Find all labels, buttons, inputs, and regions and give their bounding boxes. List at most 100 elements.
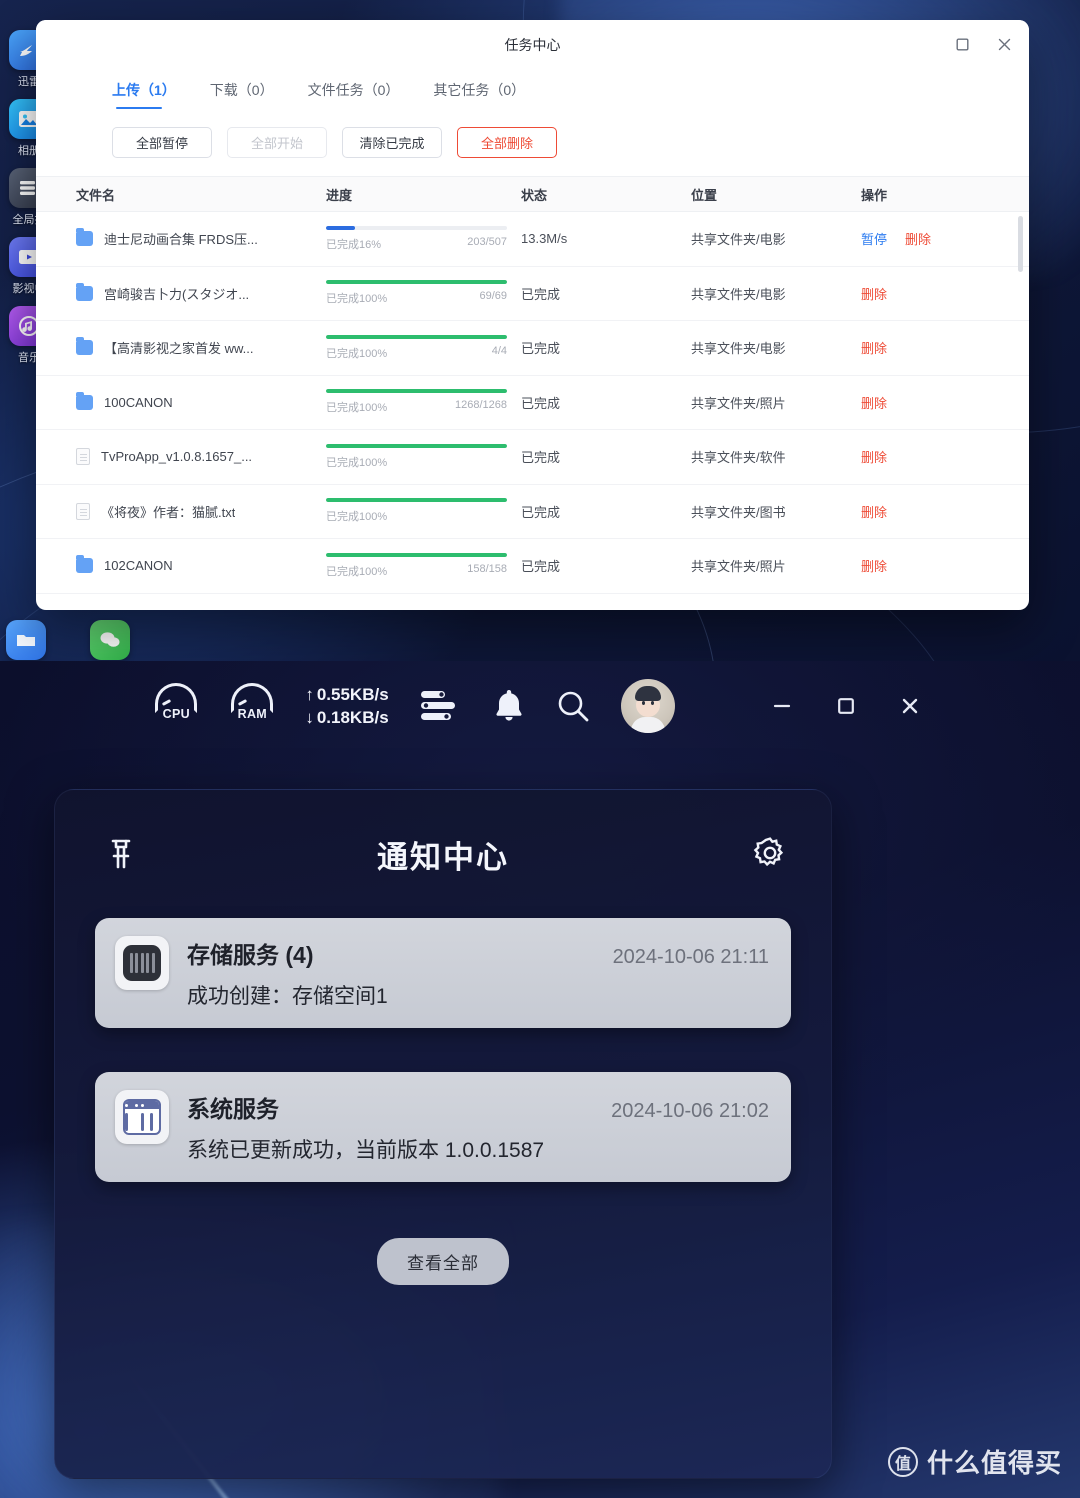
notification-body: 存储服务 (4) 2024-10-06 21:11 成功创建：存储空间1 <box>187 936 769 1010</box>
minimize-icon[interactable] <box>765 689 799 723</box>
maximize-icon[interactable] <box>951 34 973 56</box>
cpu-gauge[interactable]: CPU <box>153 683 199 729</box>
progress-bar <box>326 389 507 394</box>
notification-card-stack: 系统服务 2024-10-06 21:02 系统已更新成功，当前版本 1.0.0.1… <box>95 1072 791 1182</box>
table-row[interactable]: TvProApp_v1.0.8.1657_... 已完成100% 已完成 共享文件夹/… <box>36 430 1029 485</box>
notification-message: 成功创建：存储空间1 <box>187 985 388 1008</box>
cell-file-name: 宫崎骏吉卜力(スタジオ... <box>36 282 326 303</box>
file-name-text: TvProApp_v1.0.8.1657_... <box>101 449 253 465</box>
notification-card-stack: 存储服务 (4) 2024-10-06 21:11 成功创建：存储空间1 <box>95 918 791 1028</box>
folder-icon <box>76 228 93 247</box>
maximize-icon[interactable] <box>829 689 863 723</box>
cell-file-name: 102CANON <box>36 555 326 574</box>
tab-file-tasks[interactable]: 文件任务（0） <box>308 80 400 109</box>
files-icon[interactable] <box>6 620 46 660</box>
clear-all-icon[interactable] <box>101 834 141 879</box>
storage-disk-icon <box>115 936 169 990</box>
progress-percent-label: 已完成100% <box>326 347 388 360</box>
desktop-screenshot-top: 迅雷 相册 全局搜 影视中 音乐 任务中心 上传（1） 下载（0） 文件任务（0… <box>0 0 1080 661</box>
page-title: 通知中心 <box>377 839 509 875</box>
start-all-button[interactable]: 全部开始 <box>227 127 327 158</box>
cell-status: 已完成 <box>521 341 561 357</box>
cell-status: 已完成 <box>521 450 561 466</box>
network-speed: ↑ 0.55KB/s ↓ 0.18KB/s <box>305 685 388 728</box>
bell-icon[interactable] <box>493 688 525 724</box>
task-table: 文件名 进度 状态 位置 操作 迪士尼动画合集 FRDS压... 已完成16% 20… <box>36 176 1029 594</box>
close-icon[interactable] <box>893 689 927 723</box>
wechat-icon[interactable] <box>90 620 130 660</box>
notification-body: 系统服务 2024-10-06 21:02 系统已更新成功，当前版本 1.0.0.1… <box>187 1090 769 1164</box>
cell-operations: 删除 <box>861 556 1029 575</box>
avatar-hair <box>634 686 661 701</box>
delete-all-button[interactable]: 全部删除 <box>457 127 557 158</box>
table-row[interactable]: 宫崎骏吉卜力(スタジオ... 已完成100% 69/69 已完成 共享文件夹/电影 删除 <box>36 267 1029 321</box>
progress-percent-label: 已完成100% <box>326 456 388 469</box>
pause-all-button[interactable]: 全部暂停 <box>112 127 212 158</box>
tab-upload[interactable]: 上传（1） <box>112 80 176 109</box>
view-all-button[interactable]: 查看全部 <box>377 1238 509 1285</box>
table-row[interactable]: 迪士尼动画合集 FRDS压... 已完成16% 203/507 13.3M/s 共享文件… <box>36 212 1029 267</box>
cell-file-name: 迪士尼动画合集 FRDS压... <box>36 228 326 248</box>
notification-timestamp: 2024-10-06 21:11 <box>612 946 769 968</box>
file-name-text: 100CANON <box>104 394 173 410</box>
cell-file-name: TvProApp_v1.0.8.1657_... <box>36 448 326 466</box>
search-icon[interactable] <box>555 688 591 724</box>
file-name-text: 迪士尼动画合集 FRDS压... <box>104 232 258 248</box>
delete-link[interactable]: 删除 <box>861 338 887 357</box>
task-list-icon[interactable] <box>419 687 463 725</box>
ram-gauge[interactable]: RAM <box>229 683 275 729</box>
cell-location: 共享文件夹/电影 <box>691 286 786 302</box>
tab-download[interactable]: 下载（0） <box>210 80 274 109</box>
table-row[interactable]: 102CANON 已完成100% 158/158 已完成 共享文件夹/照片 删除 <box>36 539 1029 594</box>
column-header-name: 文件名 <box>76 187 116 203</box>
system-window-glyph <box>123 1099 161 1135</box>
delete-link[interactable]: 删除 <box>861 393 887 412</box>
cell-location: 共享文件夹/图书 <box>691 504 786 520</box>
table-row[interactable]: 【高清影视之家首发 ww... 已完成100% 4/4 已完成 共享文件夹/电影 删除 <box>36 321 1029 376</box>
table-scrollbar[interactable] <box>1018 216 1023 272</box>
notification-center-panel: 通知中心 存储服务 (4) 2024-10-06 21:11 成功创建：存储空间1 系… <box>54 789 832 1479</box>
folder-icon <box>76 391 93 410</box>
delete-link[interactable]: 删除 <box>861 502 887 521</box>
table-row[interactable]: 100CANON 已完成100% 1268/1268 已完成 共享文件夹/照片 删除 <box>36 376 1029 430</box>
download-speed-row: ↓ 0.18KB/s <box>305 708 388 728</box>
download-speed-value: 0.18KB/s <box>316 707 389 727</box>
cell-progress: 已完成100% 1268/1268 <box>326 389 521 415</box>
task-center-titlebar: 任务中心 <box>36 20 1029 69</box>
upload-arrow-icon: ↑ <box>305 684 314 704</box>
progress-percent-label: 已完成100% <box>326 511 388 524</box>
column-header-status: 状态 <box>521 187 548 203</box>
tab-other-tasks[interactable]: 其它任务（0） <box>433 80 525 109</box>
delete-link[interactable]: 删除 <box>905 229 931 248</box>
folder-icon <box>76 337 93 356</box>
task-center-tabs: 上传（1） 下载（0） 文件任务（0） 其它任务（0） <box>36 69 1029 109</box>
progress-bar <box>326 552 507 557</box>
notification-card[interactable]: 系统服务 2024-10-06 21:02 系统已更新成功，当前版本 1.0.0.1… <box>95 1072 791 1182</box>
close-icon[interactable] <box>993 34 1015 56</box>
progress-count-label: 4/4 <box>491 344 507 357</box>
progress-percent-label: 已完成100% <box>326 565 388 578</box>
delete-link[interactable]: 删除 <box>861 284 887 303</box>
task-center-action-bar: 全部暂停 全部开始 清除已完成 全部删除 <box>36 109 1029 158</box>
cell-operations: 删除 <box>861 284 1029 303</box>
disk-glyph <box>123 945 161 981</box>
folder-icon <box>76 282 93 301</box>
table-row[interactable]: 《将夜》作者：猫腻.txt 已完成100% 已完成 共享文件夹/图书 删除 <box>36 485 1029 539</box>
table-header: 文件名 进度 状态 位置 操作 <box>36 176 1029 212</box>
delete-link[interactable]: 删除 <box>861 556 887 575</box>
notification-card[interactable]: 存储服务 (4) 2024-10-06 21:11 成功创建：存储空间1 <box>95 918 791 1028</box>
file-name-text: 102CANON <box>104 558 173 574</box>
view-all-row: 查看全部 <box>55 1238 831 1285</box>
progress-count-label: 69/69 <box>479 290 507 303</box>
gear-icon[interactable] <box>751 834 789 877</box>
avatar[interactable] <box>620 679 675 733</box>
delete-link[interactable]: 删除 <box>861 447 887 466</box>
cell-location: 共享文件夹/电影 <box>691 232 786 248</box>
window-title: 任务中心 <box>504 36 561 53</box>
clear-completed-button[interactable]: 清除已完成 <box>342 127 442 158</box>
task-center-window: 任务中心 上传（1） 下载（0） 文件任务（0） 其它任务（0） 全部暂停 全部… <box>36 20 1029 610</box>
cell-status: 已完成 <box>521 504 561 520</box>
pause-link[interactable]: 暂停 <box>861 229 887 248</box>
cell-operations: 删除 <box>861 338 1029 357</box>
notification-timestamp: 2024-10-06 21:02 <box>611 1100 769 1122</box>
